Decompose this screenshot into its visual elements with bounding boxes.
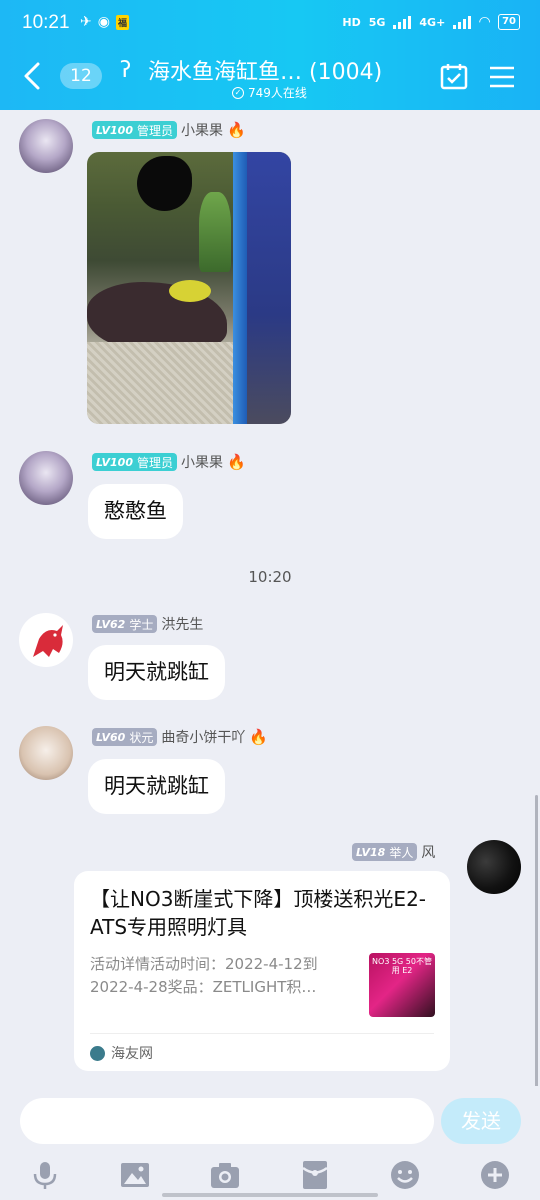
menu-icon[interactable] [489, 65, 515, 89]
scrollbar[interactable] [535, 795, 538, 1095]
level-badge: LV18 举人 [352, 843, 418, 861]
level-badge: LV100 管理员 [92, 121, 177, 139]
sender-name[interactable]: 小果果 [181, 120, 223, 140]
group-title[interactable]: 海水鱼海缸鱼… (1004) [148, 54, 382, 86]
online-count: ✓ 749人在线 [232, 84, 307, 101]
signal-icon-2 [453, 15, 472, 29]
image-icon[interactable] [120, 1160, 150, 1190]
bird-icon: ✈ [80, 14, 92, 30]
status-time: 10:21 [22, 12, 70, 33]
notification-icons: ✈ ◉ 福 [80, 14, 129, 30]
level-badge: LV62 学士 [92, 615, 158, 633]
sender-info: LV100 管理员 小果果 🔥 [92, 120, 246, 140]
time-separator: 10:20 [248, 568, 292, 586]
sender-name[interactable]: 小果果 [181, 452, 223, 472]
back-arrow-icon[interactable] [20, 60, 44, 92]
message-bubble[interactable]: 憨憨鱼 [88, 484, 183, 539]
5g-label: 5G [368, 15, 386, 29]
card-thumbnail: NO3 5G 50不管用 E2 [369, 953, 435, 1017]
chat-header: 10:21 ✈ ◉ 福 HD 5G 4G+ ◠ 70 12 ʔ 海水鱼海缸鱼… … [0, 0, 540, 110]
online-text: 749人在线 [248, 86, 307, 100]
emoji-icon[interactable] [390, 1160, 420, 1190]
link-card[interactable]: 【让NO3断崖式下降】顶楼送积光E2-ATS专用照明灯具 活动详情活动时间：20… [74, 871, 450, 1071]
card-title: 【让NO3断崖式下降】顶楼送积光E2-ATS专用照明灯具 [90, 887, 427, 939]
signal-icon [393, 15, 412, 29]
hd-label: HD [342, 15, 361, 29]
fire-icon: 🔥 [227, 453, 246, 471]
sender-name[interactable]: 洪先生 [161, 614, 203, 634]
message-bubble[interactable]: 明天就跳缸 [88, 759, 225, 814]
ear-icon: ʔ [120, 58, 132, 83]
fire-icon: 🔥 [249, 728, 269, 746]
4g-label: 4G+ [419, 15, 446, 29]
source-name: 海友网 [111, 1046, 153, 1062]
sender-info: LV18 举人 风 [352, 842, 435, 862]
card-description: 活动详情活动时间：2022-4-12到2022-4-28奖品：ZETLIGHT积… [90, 955, 318, 996]
home-indicator[interactable] [162, 1193, 378, 1197]
online-icon: ✓ [232, 86, 244, 99]
sender-info: LV60 状元 曲奇小饼干吖 🔥 [92, 727, 268, 747]
unread-count-badge[interactable]: 12 [60, 63, 102, 89]
app-icon: 福 [115, 14, 129, 30]
wifi-icon: ◠ [479, 14, 491, 30]
message-bubble[interactable]: 明天就跳缸 [88, 645, 225, 700]
avatar[interactable] [19, 726, 73, 780]
avatar[interactable] [19, 451, 73, 505]
avatar[interactable] [19, 613, 73, 667]
card-divider [90, 1033, 434, 1034]
status-bar: 10:21 ✈ ◉ 福 HD 5G 4G+ ◠ 70 [0, 0, 540, 50]
fire-icon: 🔥 [227, 121, 246, 139]
battery-icon: 70 [498, 14, 520, 30]
calendar-check-icon[interactable] [440, 62, 468, 90]
message-image[interactable] [87, 152, 291, 424]
microphone-icon[interactable] [30, 1160, 60, 1190]
card-source: 海友网 [90, 1043, 153, 1063]
location-icon: ◉ [97, 14, 110, 30]
sender-info: LV62 学士 洪先生 [92, 614, 203, 634]
send-button[interactable]: 发送 [441, 1098, 521, 1144]
camera-icon[interactable] [210, 1160, 240, 1190]
sender-name[interactable]: 曲奇小饼干吖 [161, 727, 245, 747]
avatar[interactable] [19, 119, 73, 173]
source-icon [90, 1045, 105, 1061]
input-area: 发送 [0, 1086, 540, 1200]
sender-name[interactable]: 风 [421, 842, 435, 862]
message-input[interactable] [20, 1098, 434, 1144]
red-packet-icon[interactable] [300, 1160, 330, 1190]
system-icons: HD 5G 4G+ ◠ 70 [342, 14, 520, 30]
avatar[interactable] [467, 840, 521, 894]
sender-info: LV100 管理员 小果果 🔥 [92, 452, 246, 472]
plus-icon[interactable] [480, 1160, 510, 1190]
level-badge: LV100 管理员 [92, 453, 177, 471]
level-badge: LV60 状元 [92, 728, 158, 746]
thumbnail-text: NO3 5G 50不管用 E2 [372, 957, 432, 975]
